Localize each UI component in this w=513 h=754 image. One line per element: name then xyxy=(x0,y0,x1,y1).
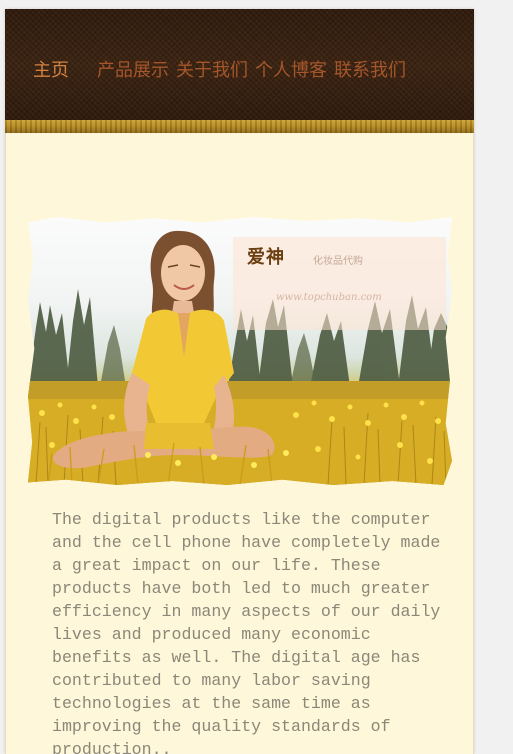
nav-item-about[interactable]: 关于我们 xyxy=(176,59,248,83)
nav-item-products[interactable]: 产品展示 xyxy=(97,59,169,83)
left-border xyxy=(5,133,6,754)
page: 主页 产品展示 关于我们 个人博客 联系我们 爱神 化妆品代购 www.topc… xyxy=(5,9,474,754)
nav-item-blog[interactable]: 个人博客 xyxy=(255,59,327,83)
article-text: The digital products like the computer a… xyxy=(52,510,441,754)
header: 主页 产品展示 关于我们 个人博客 联系我们 xyxy=(5,9,474,133)
header-gold-strip xyxy=(5,120,474,133)
right-border xyxy=(473,133,474,754)
main-nav: 主页 产品展示 关于我们 个人博客 联系我们 xyxy=(33,59,413,83)
banner-url: www.topchuban.com xyxy=(276,292,382,303)
nav-item-home[interactable]: 主页 xyxy=(33,59,69,83)
banner-brand: 爱神 xyxy=(247,247,285,268)
nav-item-contact[interactable]: 联系我们 xyxy=(334,59,406,83)
banner-subtitle: 化妆品代购 xyxy=(313,256,363,267)
